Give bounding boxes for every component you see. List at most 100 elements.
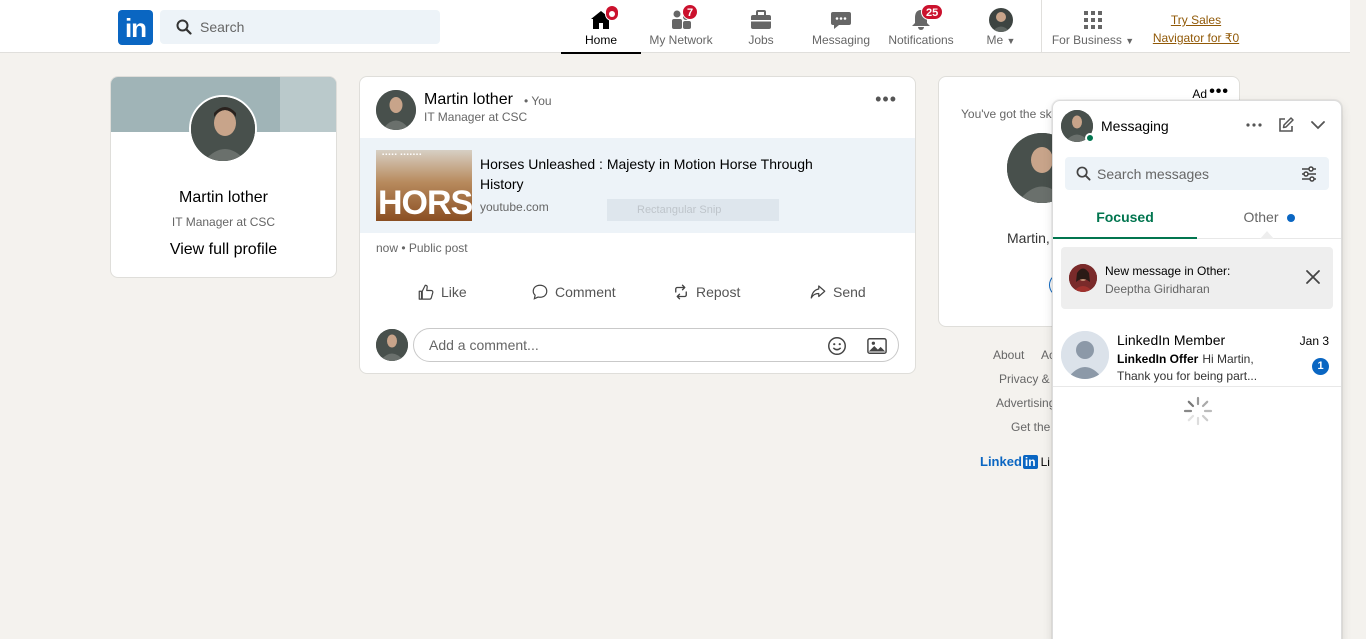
footer-advertising-link[interactable]: Advertising	[996, 396, 1055, 410]
search-input[interactable]	[200, 10, 430, 44]
tab-focused-label: Focused	[1096, 209, 1154, 225]
conversation-item[interactable]: LinkedIn Member Jan 3 LinkedIn Offer Hi M…	[1053, 329, 1341, 387]
more-options-icon[interactable]	[1245, 116, 1263, 134]
notifications-badge: 25	[921, 4, 944, 20]
messaging-avatar	[1061, 110, 1095, 143]
footer-about-link[interactable]: About	[993, 348, 1024, 362]
nav-my-network[interactable]: 7 My Network	[641, 0, 721, 53]
profile-card: Martin lother IT Manager at CSC View ful…	[110, 76, 337, 278]
notice-title: New message in Other:	[1105, 264, 1231, 278]
conversation-name: LinkedIn Member	[1117, 332, 1226, 348]
post-actions: Like Comment Repost Send	[360, 277, 915, 307]
thumbs-up-icon	[418, 284, 434, 300]
link-domain: youtube.com	[480, 200, 549, 214]
nav-home-label: Home	[584, 33, 617, 47]
chevron-down-icon[interactable]	[1309, 116, 1327, 134]
me-avatar	[989, 8, 1013, 32]
thumbnail-word: HORSE	[378, 184, 472, 221]
online-status-dot	[1085, 133, 1095, 143]
footer-get-app-link[interactable]: Get the	[1011, 420, 1050, 434]
post-author-name[interactable]: Martin lother	[424, 91, 513, 109]
conversation-tag: LinkedIn Offer	[1117, 352, 1199, 366]
notice-sender: Deeptha Giridharan	[1105, 282, 1210, 296]
nav-for-business-label: For Business	[1051, 33, 1122, 47]
linkedin-logo[interactable]: in	[118, 10, 153, 45]
message-search-bar[interactable]	[1065, 157, 1329, 190]
comment-icon	[532, 284, 548, 300]
comment-input[interactable]	[429, 329, 809, 361]
nav-messaging-label: Messaging	[811, 33, 871, 47]
unread-dot	[1286, 214, 1295, 223]
post-you-tag: • You	[524, 94, 552, 108]
close-icon[interactable]	[1305, 269, 1321, 285]
send-arrow-icon	[810, 285, 826, 299]
search-icon	[176, 19, 192, 35]
try-sales-navigator-link[interactable]: Try Sales Navigator for ₹0	[1148, 11, 1244, 47]
feed-post: Martin lother • You IT Manager at CSC ••…	[359, 76, 916, 374]
notice-sender-avatar	[1069, 264, 1097, 292]
post-author-avatar[interactable]	[376, 90, 416, 130]
nav-me[interactable]: Me ▼	[961, 0, 1041, 53]
ad-more-options-icon[interactable]: •••	[1209, 83, 1229, 101]
profile-name[interactable]: Martin lother	[111, 189, 336, 207]
footer-brand-word: Linked	[980, 454, 1022, 469]
new-message-notice[interactable]: New message in Other: Deeptha Giridharan	[1061, 247, 1333, 309]
filter-sliders-icon[interactable]	[1301, 166, 1317, 182]
messaging-title: Messaging	[1101, 118, 1169, 134]
send-button[interactable]: Send	[809, 277, 866, 307]
post-meta: now • Public post	[376, 241, 468, 255]
try-sales-line1: Try Sales	[1170, 13, 1222, 27]
compose-icon[interactable]	[1277, 116, 1295, 134]
repost-button[interactable]: Repost	[672, 277, 740, 307]
footer-brand: Linked in Li	[980, 454, 1050, 469]
image-icon[interactable]	[866, 336, 888, 356]
ad-label: Ad	[1192, 87, 1207, 101]
search-bar[interactable]	[160, 10, 440, 44]
conversation-preview: LinkedIn Offer Hi Martin, Thank you for b…	[1117, 351, 1287, 385]
footer-brand-in: in	[1022, 455, 1038, 469]
search-icon	[1076, 166, 1091, 181]
nav-home[interactable]: Home	[561, 0, 641, 54]
conversation-avatar	[1061, 331, 1109, 379]
nav-messaging[interactable]: Messaging	[801, 0, 881, 53]
post-more-options-icon[interactable]: •••	[875, 89, 897, 110]
profile-avatar[interactable]	[189, 95, 257, 163]
profile-headline: IT Manager at CSC	[171, 215, 276, 229]
comment-input-box[interactable]	[413, 328, 899, 362]
comment-composer	[376, 328, 900, 362]
top-nav: in Home 7 My Network Jobs Messaging 25 N…	[0, 0, 1350, 54]
tab-focused[interactable]: Focused	[1053, 201, 1197, 239]
caret-down-icon: ▼	[1006, 36, 1016, 46]
nav-notifications[interactable]: 25 Notifications	[881, 0, 961, 53]
repost-icon	[675, 284, 687, 300]
like-button[interactable]: Like	[417, 277, 467, 307]
post-author-headline: IT Manager at CSC	[424, 110, 528, 124]
nav-me-label: Me	[986, 33, 1004, 47]
tab-other-label: Other	[1243, 209, 1279, 225]
messaging-panel: Messaging Focused Other New message in O…	[1052, 100, 1342, 639]
chat-bubble-icon	[831, 12, 851, 29]
unread-count-badge: 1	[1312, 358, 1329, 375]
nav-my-network-label: My Network	[649, 33, 713, 47]
messaging-tabs: Focused Other	[1053, 201, 1341, 239]
grid-icon	[1084, 11, 1102, 29]
link-preview[interactable]: ▪▪▪▪▪ ▪▪▪▪▪▪▪ HORSE Horses Unleashed : M…	[360, 138, 915, 233]
footer-brand-rest: Li	[1040, 455, 1050, 469]
view-full-profile-link[interactable]: View full profile	[111, 241, 336, 259]
nav-divider	[1041, 0, 1042, 53]
caret-down-icon: ▼	[1125, 36, 1135, 46]
link-title[interactable]: Horses Unleashed : Majesty in Motion Hor…	[480, 154, 840, 194]
loading-spinner-icon	[1183, 396, 1213, 426]
nav-notifications-label: Notifications	[888, 33, 954, 47]
nav-jobs[interactable]: Jobs	[721, 0, 801, 53]
repost-label: Repost	[696, 284, 741, 300]
send-label: Send	[833, 284, 866, 300]
commenter-avatar	[376, 329, 408, 361]
comment-label: Comment	[555, 284, 616, 300]
comment-button[interactable]: Comment	[531, 277, 616, 307]
footer-privacy-link[interactable]: Privacy &	[999, 372, 1050, 386]
messaging-header[interactable]: Messaging	[1053, 101, 1341, 149]
message-search-input[interactable]	[1097, 157, 1287, 190]
emoji-icon[interactable]	[826, 335, 848, 357]
nav-for-business[interactable]: For Business ▼	[1046, 0, 1140, 53]
